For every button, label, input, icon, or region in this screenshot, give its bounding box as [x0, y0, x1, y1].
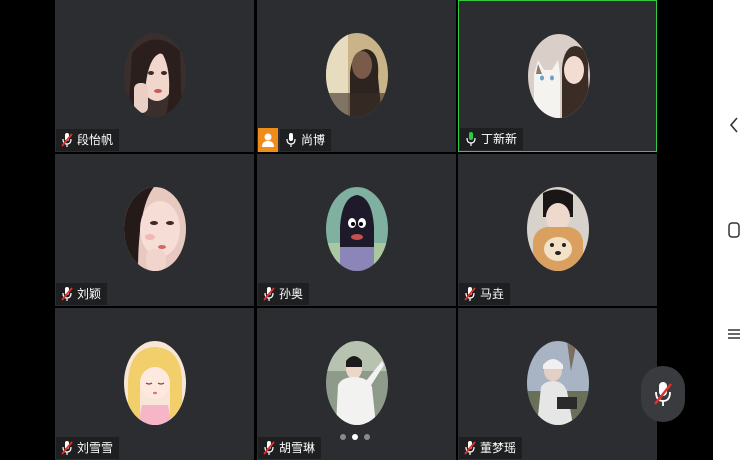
participant-name: 尚博	[301, 133, 326, 147]
meeting-stage: 段怡帆 尚博 丁新新 刘颖 孙奥 马垚 刘雪雪 胡雪琳 董梦瑶	[0, 0, 713, 460]
participant-tile[interactable]: 董梦瑶	[458, 308, 657, 460]
participant-tile[interactable]: 孙奥	[257, 154, 456, 306]
girl-portrait-avatar	[124, 33, 186, 117]
name-bar: 刘颖	[56, 283, 108, 305]
system-navigation-bar	[713, 0, 753, 460]
participant-tile[interactable]: 马垚	[458, 154, 657, 306]
page-indicator[interactable]	[340, 434, 370, 440]
mic-icon	[286, 133, 296, 147]
girl-white-shirt-avatar	[326, 341, 388, 425]
mic-muted-icon	[464, 287, 476, 301]
mic-muted-icon	[263, 441, 275, 455]
host-badge	[258, 128, 278, 152]
cartoon-character-avatar	[326, 187, 388, 271]
name-bar: 马垚	[459, 283, 511, 305]
mic-muted-icon	[464, 441, 476, 455]
participant-name: 孙奥	[279, 287, 304, 301]
participant-grid: 段怡帆 尚博 丁新新 刘颖 孙奥 马垚 刘雪雪 胡雪琳 董梦瑶	[55, 0, 658, 460]
participant-name: 刘雪雪	[77, 441, 114, 455]
name-bar: 刘雪雪	[56, 437, 120, 459]
participant-tile[interactable]: 段怡帆	[55, 0, 254, 152]
participant-name: 董梦瑶	[480, 441, 517, 455]
name-bar: 孙奥	[258, 283, 310, 305]
participant-name: 马垚	[480, 287, 505, 301]
page-dot[interactable]	[340, 434, 346, 440]
mic-muted-icon	[263, 287, 275, 301]
person-icon	[262, 133, 274, 147]
participant-name: 刘颖	[77, 287, 102, 301]
participant-name: 丁新新	[481, 132, 518, 146]
recents-icon[interactable]	[723, 323, 745, 345]
participant-tile[interactable]: 刘雪雪	[55, 308, 254, 460]
window-silhouette-avatar	[326, 33, 388, 117]
name-bar: 董梦瑶	[459, 437, 523, 459]
person-outdoor-avatar	[527, 341, 589, 425]
back-icon[interactable]	[723, 114, 745, 136]
mic-muted-icon	[61, 287, 73, 301]
name-bar: 丁新新	[460, 128, 524, 150]
name-bar: 段怡帆	[56, 129, 120, 151]
participant-name: 段怡帆	[77, 133, 114, 147]
page-dot-current[interactable]	[352, 434, 358, 440]
participant-tile-active[interactable]: 丁新新	[458, 0, 657, 152]
mic-muted-icon	[61, 441, 73, 455]
participant-name: 胡雪琳	[279, 441, 316, 455]
mic-muted-icon	[654, 382, 672, 406]
girl-closeup-avatar	[124, 187, 186, 271]
man-with-dog-avatar	[527, 187, 589, 271]
name-bar: 尚博	[258, 128, 332, 152]
participant-tile[interactable]: 尚博	[257, 0, 456, 152]
name-bar: 胡雪琳	[258, 437, 322, 459]
mic-speaking-icon	[466, 132, 476, 146]
anime-girl-avatar	[124, 341, 186, 425]
mic-muted-icon	[61, 133, 73, 147]
girl-with-cat-avatar	[528, 34, 590, 118]
mute-toggle-button[interactable]	[641, 366, 685, 422]
home-icon[interactable]	[723, 219, 745, 241]
page-dot[interactable]	[364, 434, 370, 440]
participant-tile[interactable]: 刘颖	[55, 154, 254, 306]
